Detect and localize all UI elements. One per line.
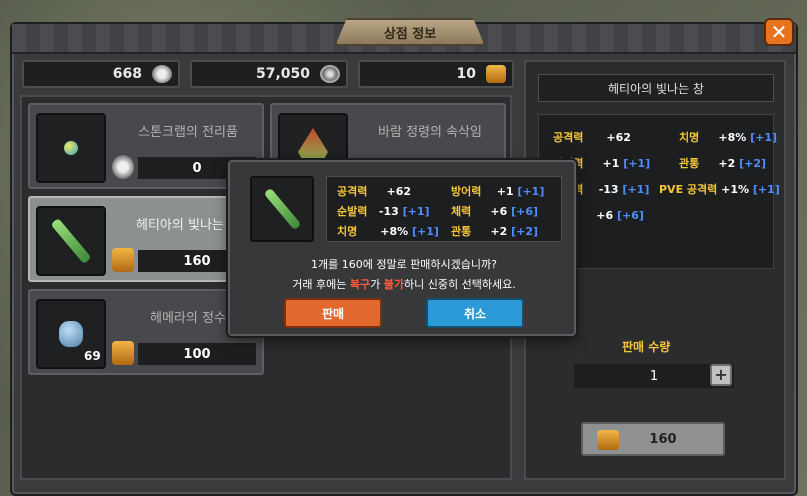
dlg-stat-penetration: 관통 +2 [+2]: [451, 225, 539, 238]
dialog-item-thumbnail: [250, 176, 314, 242]
cancel-button[interactable]: 취소: [426, 298, 524, 328]
currency-compass: 57,050: [190, 60, 348, 88]
dlg-stat-crit: 치명 +8% [+1]: [337, 225, 439, 238]
currency-token: 10: [358, 60, 514, 88]
close-button[interactable]: ✕: [764, 18, 794, 46]
gold-token-icon: [112, 341, 134, 365]
dlg-stat-attack: 공격력 +62: [337, 185, 412, 198]
compass-icon: [320, 65, 340, 83]
stat-attack: 공격력 +62: [553, 131, 631, 144]
dialog-message-line2: 거래 후에는 복구가 불가하니 신중히 선택하세요.: [292, 278, 516, 291]
window-title: 상점 정보: [335, 18, 485, 46]
close-icon: ✕: [770, 20, 788, 44]
sell-confirm-dialog: 공격력 +62 방어력 +1 [+1] 순발력 -13 [+1] 체력 +6 […: [228, 160, 576, 336]
spear-icon: [50, 217, 92, 265]
currency-value: 668: [112, 66, 142, 82]
item-name: 바람 정령의 속삭임: [378, 125, 482, 140]
dlg-stat-defense: 방어력 +1 [+1]: [451, 185, 545, 198]
currency-gear: 668: [22, 60, 180, 88]
item-quantity: 69: [84, 349, 101, 363]
gear-coin-icon: [112, 155, 134, 179]
dialog-stats: 공격력 +62 방어력 +1 [+1] 순발력 -13 [+1] 체력 +6 […: [326, 176, 562, 242]
sell-total-value: 160: [649, 431, 677, 447]
orb-icon: [64, 141, 78, 155]
stat-penetration: 관통 +2 [+2]: [679, 157, 767, 170]
gold-token-icon: [112, 248, 134, 272]
item-thumbnail: [36, 206, 106, 276]
quantity-increase-button[interactable]: +: [710, 364, 732, 386]
gear-coin-icon: [152, 65, 172, 83]
dialog-message-line1: 1개를 160에 정말로 판매하시겠습니까?: [310, 258, 497, 271]
stat-pve-attack: PVE 공격력 +1% [+1]: [659, 183, 780, 196]
sell-total-button[interactable]: 160: [581, 422, 725, 456]
item-thumbnail: [36, 113, 106, 183]
gold-token-icon: [597, 430, 619, 450]
confirm-sell-button[interactable]: 판매: [284, 298, 382, 328]
spear-icon: [263, 187, 301, 231]
currency-value: 10: [456, 66, 476, 82]
gold-token-icon: [486, 65, 506, 83]
item-price: 100: [138, 343, 256, 365]
essence-icon: [59, 321, 83, 347]
currency-value: 57,050: [255, 66, 310, 82]
dlg-stat-hp: 체력 +6 [+6]: [451, 205, 539, 218]
detail-title: 헤티아의 빛나는 창: [538, 74, 774, 102]
sell-quantity-label: 판매 수량: [622, 340, 671, 354]
stat-crit: 치명 +8% [+1]: [679, 131, 778, 144]
item-name: 스톤크랩의 전리품: [138, 125, 238, 140]
dlg-stat-agility: 순발력 -13 [+1]: [337, 205, 430, 218]
